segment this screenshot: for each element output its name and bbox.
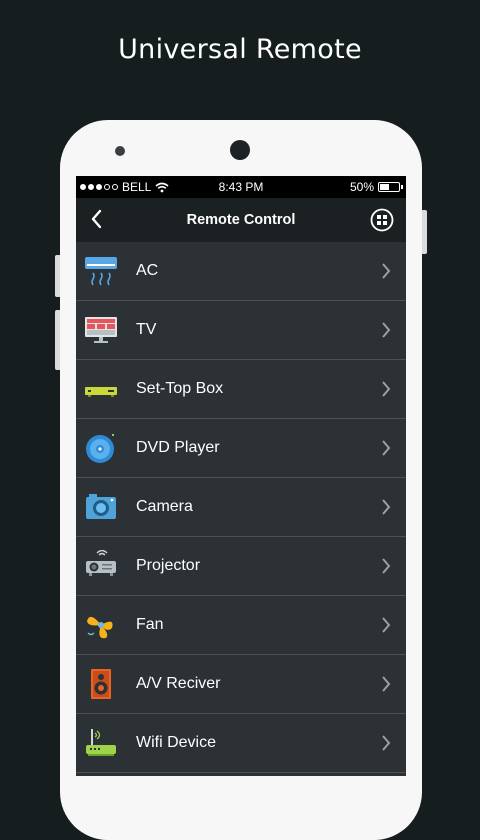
device-row-tv[interactable]: TV — [76, 301, 406, 360]
fan-icon — [87, 616, 113, 639]
phone-screen: BELL 8:43 PM 50% Remote Control AC TV Se… — [76, 176, 406, 776]
earpiece-speaker — [230, 140, 250, 160]
tv-icon — [85, 317, 117, 343]
chevron-right-icon — [382, 735, 391, 751]
device-label: Camera — [136, 498, 193, 515]
set-top-box-icon — [85, 387, 117, 397]
device-row-fan[interactable]: Fan — [76, 596, 406, 655]
device-label: Projector — [136, 557, 201, 574]
device-label: Wifi Device — [136, 734, 217, 751]
grid-menu-icon[interactable] — [370, 208, 394, 232]
camera-icon — [86, 494, 116, 519]
status-bar: BELL 8:43 PM 50% — [76, 176, 406, 198]
page-title: Remote Control — [186, 212, 296, 228]
nav-bar: Remote Control — [76, 198, 406, 242]
chevron-right-icon — [382, 322, 391, 338]
router-icon — [86, 729, 116, 756]
chevron-right-icon — [382, 440, 391, 456]
speaker-icon — [91, 669, 111, 699]
device-label: Fan — [136, 616, 164, 633]
device-row-projector[interactable]: Projector — [76, 537, 406, 596]
device-row-camera[interactable]: Camera — [76, 478, 406, 537]
air-conditioner-icon — [85, 257, 117, 286]
device-label: Set-Top Box — [136, 380, 224, 397]
chevron-right-icon — [382, 499, 391, 515]
battery-percent: 50% — [349, 180, 374, 194]
promo-title: Universal Remote — [118, 34, 362, 65]
device-label: TV — [136, 321, 157, 338]
chevron-right-icon — [382, 558, 391, 574]
chevron-right-icon — [382, 617, 391, 633]
device-label: A/V Reciver — [136, 675, 221, 692]
battery-icon — [378, 182, 403, 192]
device-row-wifi-device[interactable]: Wifi Device — [76, 714, 406, 773]
device-row-av-receiver[interactable]: A/V Reciver — [76, 655, 406, 714]
chevron-right-icon — [382, 676, 391, 692]
chevron-right-icon — [382, 263, 391, 279]
device-label: DVD Player — [136, 439, 220, 456]
device-label: AC — [136, 262, 159, 279]
front-camera — [115, 146, 125, 156]
device-row-ac[interactable]: AC — [76, 242, 406, 301]
device-row-set-top-box[interactable]: Set-Top Box — [76, 360, 406, 419]
device-list: AC TV Set-Top Box DVD Player Camera Proj… — [76, 242, 406, 773]
projector-icon — [86, 550, 116, 576]
chevron-right-icon — [382, 381, 391, 397]
device-row-dvd-player[interactable]: DVD Player — [76, 419, 406, 478]
dvd-icon — [86, 434, 114, 463]
